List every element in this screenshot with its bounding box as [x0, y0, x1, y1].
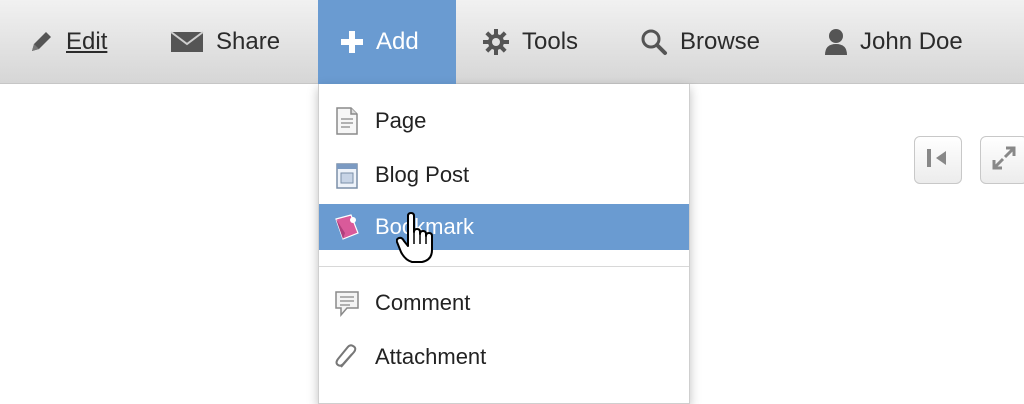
- menu-separator: [319, 266, 689, 267]
- share-button[interactable]: Share: [170, 0, 310, 84]
- envelope-icon: [170, 30, 204, 54]
- menu-item-attachment-label: Attachment: [375, 344, 487, 369]
- browse-button[interactable]: Browse: [640, 0, 800, 84]
- menu-item-blog-post[interactable]: Blog Post: [319, 152, 689, 198]
- menu-item-page[interactable]: Page: [319, 98, 689, 144]
- menu-item-comment[interactable]: Comment: [319, 280, 689, 326]
- add-label: Add: [376, 28, 419, 55]
- collapse-sidebar-button[interactable]: [914, 136, 962, 184]
- menu-item-bookmark-label: Bookmark: [375, 214, 475, 239]
- gear-icon: [482, 28, 510, 56]
- menu-item-attachment[interactable]: Attachment: [319, 334, 689, 380]
- pencil-icon: [28, 29, 54, 55]
- menu-item-comment-label: Comment: [375, 290, 471, 315]
- expand-button[interactable]: [980, 136, 1024, 184]
- edit-button[interactable]: Edit: [28, 0, 146, 84]
- menu-item-page-label: Page: [375, 108, 427, 133]
- tools-button[interactable]: Tools: [482, 0, 612, 84]
- plus-icon: [340, 30, 364, 54]
- blog-post-icon: [333, 161, 361, 189]
- bookmark-icon: [333, 213, 361, 241]
- page-icon: [333, 107, 361, 135]
- search-icon: [640, 28, 668, 56]
- edit-label: Edit: [66, 28, 108, 55]
- collapse-left-icon: [924, 146, 952, 175]
- user-menu-button[interactable]: John Doe: [824, 0, 1004, 84]
- expand-icon: [990, 144, 1018, 177]
- user-name-label: John Doe: [860, 28, 963, 55]
- menu-item-bookmark[interactable]: Bookmark: [319, 204, 689, 250]
- user-icon: [824, 28, 848, 56]
- browse-label: Browse: [680, 28, 761, 55]
- menu-item-blog-post-label: Blog Post: [375, 162, 470, 187]
- paperclip-icon: [333, 343, 361, 371]
- tools-label: Tools: [522, 28, 579, 55]
- add-button[interactable]: Add: [318, 0, 456, 84]
- comment-icon: [333, 289, 361, 317]
- share-label: Share: [216, 28, 281, 55]
- add-dropdown-menu: Page Blog Post Bookmark Comment Attachme…: [318, 84, 690, 404]
- toolbar: Edit Share Add Tools Browse John Doe: [0, 0, 1024, 84]
